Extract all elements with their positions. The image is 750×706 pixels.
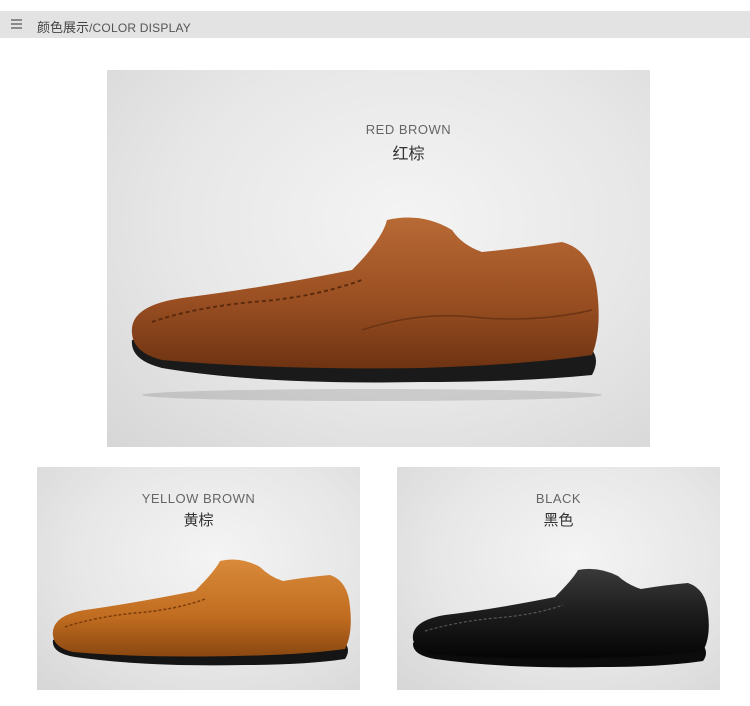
section-title: 颜色展示/COLOR DISPLAY xyxy=(37,17,191,36)
menu-icon xyxy=(11,19,22,30)
color-name-en: BLACK xyxy=(535,491,582,506)
color-name-en: RED BROWN xyxy=(365,122,452,137)
color-name-en: YELLOW BROWN xyxy=(141,491,256,506)
color-panel-yellow-brown: YELLOW BROWN 黄棕 xyxy=(37,467,360,690)
color-name-cn: 黄棕 xyxy=(183,511,214,529)
color-panel-red-brown: RED BROWN 红棕 xyxy=(107,70,650,447)
color-name-cn: 黑色 xyxy=(543,511,574,529)
section-title-en: /COLOR DISPLAY xyxy=(89,21,191,35)
loafer-shoe-icon xyxy=(52,559,351,666)
loafer-shoe-icon xyxy=(131,217,602,401)
color-name-cn: 红棕 xyxy=(392,144,425,163)
loafer-shoe-icon xyxy=(412,568,709,668)
section-title-cn: 颜色展示 xyxy=(37,20,90,35)
section-header: 颜色展示/COLOR DISPLAY xyxy=(0,11,750,38)
color-panel-black: BLACK 黑色 xyxy=(397,467,720,690)
